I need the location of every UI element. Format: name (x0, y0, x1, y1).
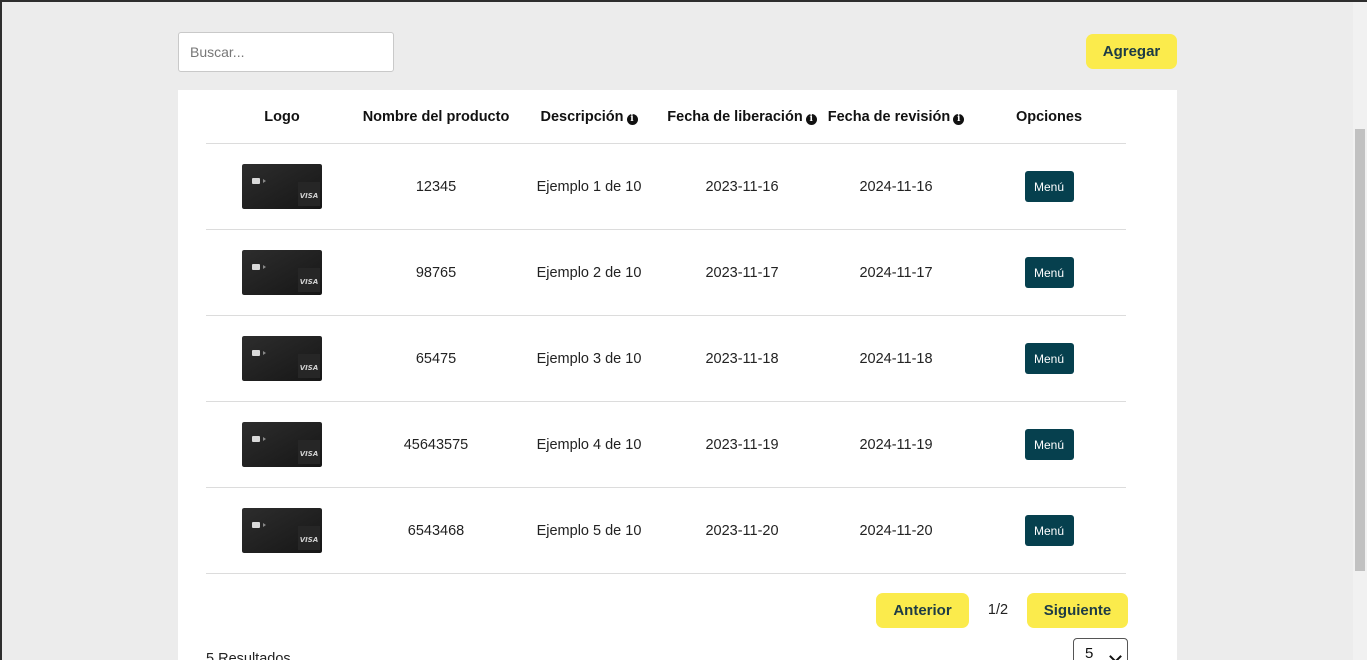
review-date-cell: 2024-11-20 (820, 487, 972, 574)
release-date-cell: 2023-11-17 (664, 229, 820, 316)
product-name-cell: 6543468 (358, 487, 514, 574)
card-brand-text: VISA (300, 536, 318, 544)
options-cell: Menú (972, 229, 1126, 316)
credit-card-icon: VISA (242, 422, 322, 467)
table-row: VISA 98765 Ejemplo 2 de 10 2023-11-17 20… (206, 229, 1126, 316)
column-header-label: Descripción (540, 108, 624, 125)
menu-button[interactable]: Menú (1024, 343, 1074, 374)
scrollbar-thumb[interactable] (1355, 129, 1365, 571)
next-page-button[interactable]: Siguiente (1027, 593, 1128, 628)
column-header-label: Logo (264, 108, 300, 125)
description-cell: Ejemplo 4 de 10 (514, 401, 664, 488)
previous-page-button[interactable]: Anterior (876, 593, 969, 628)
column-header-label: Opciones (1015, 108, 1083, 125)
page-indicator: 1/2 (987, 602, 1009, 618)
table-header-row: Logo Nombre del producto Descripción i Fe… (206, 90, 1126, 144)
info-circle-icon[interactable]: i (953, 113, 965, 125)
column-header-label: Fecha de liberación (667, 108, 803, 125)
description-cell: Ejemplo 1 de 10 (514, 143, 664, 230)
search-input[interactable] (178, 32, 394, 72)
menu-button[interactable]: Menú (1024, 429, 1074, 460)
column-header-logo: Logo (206, 90, 358, 144)
column-header-review-date: Fecha de revisión i (820, 90, 972, 144)
logo-cell: VISA (206, 229, 358, 316)
review-date-cell: 2024-11-16 (820, 143, 972, 230)
logo-cell: VISA (206, 487, 358, 574)
column-header-name: Nombre del producto (358, 90, 514, 144)
chevron-down-icon (1109, 650, 1122, 660)
description-cell: Ejemplo 3 de 10 (514, 315, 664, 402)
logo-cell: VISA (206, 401, 358, 488)
card-brand-text: VISA (300, 450, 318, 458)
column-header-label: Fecha de revisión (827, 108, 951, 125)
add-button[interactable]: Agregar (1086, 34, 1177, 69)
options-cell: Menú (972, 143, 1126, 230)
menu-button[interactable]: Menú (1024, 171, 1074, 202)
page-scrollbar[interactable] (1353, 2, 1367, 660)
products-panel: Logo Nombre del producto Descripción i Fe… (178, 90, 1177, 660)
product-name-cell: 45643575 (358, 401, 514, 488)
credit-card-icon: VISA (242, 336, 322, 381)
page-size-select[interactable]: 5 (1073, 638, 1128, 660)
credit-card-icon: VISA (242, 250, 322, 295)
release-date-cell: 2023-11-18 (664, 315, 820, 402)
card-brand-text: VISA (300, 364, 318, 372)
logo-cell: VISA (206, 143, 358, 230)
table-row: VISA 12345 Ejemplo 1 de 10 2023-11-16 20… (206, 143, 1126, 230)
product-name-cell: 98765 (358, 229, 514, 316)
column-header-options: Opciones (972, 90, 1126, 144)
credit-card-icon: VISA (242, 508, 322, 553)
card-brand-text: VISA (300, 192, 318, 200)
options-cell: Menú (972, 487, 1126, 574)
review-date-cell: 2024-11-18 (820, 315, 972, 402)
description-cell: Ejemplo 5 de 10 (514, 487, 664, 574)
review-date-cell: 2024-11-19 (820, 401, 972, 488)
column-header-release-date: Fecha de liberación i (664, 90, 820, 144)
release-date-cell: 2023-11-16 (664, 143, 820, 230)
menu-button[interactable]: Menú (1024, 515, 1074, 546)
card-brand-text: VISA (300, 278, 318, 286)
review-date-cell: 2024-11-17 (820, 229, 972, 316)
menu-button[interactable]: Menú (1024, 257, 1074, 288)
info-circle-icon[interactable]: i (805, 113, 817, 125)
info-circle-icon[interactable]: i (626, 113, 638, 125)
table-row: VISA 6543468 Ejemplo 5 de 10 2023-11-20 … (206, 487, 1126, 574)
description-cell: Ejemplo 2 de 10 (514, 229, 664, 316)
table-row: VISA 65475 Ejemplo 3 de 10 2023-11-18 20… (206, 315, 1126, 402)
app-viewport: Agregar Logo Nombre del producto (0, 0, 1367, 660)
release-date-cell: 2023-11-20 (664, 487, 820, 574)
page-size-value: 5 (1085, 645, 1094, 660)
table-row: VISA 45643575 Ejemplo 4 de 10 2023-11-19… (206, 401, 1126, 488)
options-cell: Menú (972, 315, 1126, 402)
product-name-cell: 65475 (358, 315, 514, 402)
column-header-label: Nombre del producto (362, 108, 510, 125)
credit-card-icon: VISA (242, 164, 322, 209)
options-cell: Menú (972, 401, 1126, 488)
results-count: 5 Resultados (206, 651, 291, 660)
product-name-cell: 12345 (358, 143, 514, 230)
column-header-description: Descripción i (514, 90, 664, 144)
logo-cell: VISA (206, 315, 358, 402)
release-date-cell: 2023-11-19 (664, 401, 820, 488)
products-table: Logo Nombre del producto Descripción i Fe… (206, 90, 1126, 574)
